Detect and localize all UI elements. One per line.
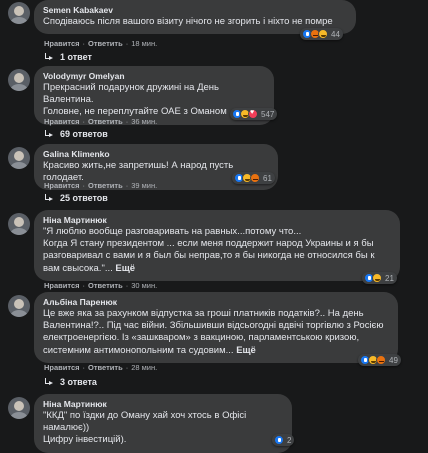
- reaction-count: 547: [261, 109, 275, 119]
- reply-arrow-icon: [44, 53, 54, 61]
- like-button[interactable]: Нравится: [44, 281, 80, 290]
- like-button[interactable]: Нравится: [44, 39, 80, 48]
- comment-actions: Нравится · Ответить · 18 мин.: [44, 39, 158, 48]
- avatar[interactable]: [8, 295, 30, 317]
- angry-reaction-icon: [250, 173, 260, 183]
- reply-arrow-icon: [44, 194, 54, 202]
- avatar[interactable]: [8, 2, 30, 24]
- reaction-summary[interactable]: 61: [232, 172, 275, 184]
- haha-reaction-icon: [318, 29, 328, 39]
- comment-author[interactable]: Ніна Мартинюк: [43, 399, 283, 410]
- view-replies-button[interactable]: 25 ответов: [44, 193, 108, 203]
- like-button[interactable]: Нравится: [44, 181, 80, 190]
- reaction-count: 61: [263, 173, 272, 183]
- replies-count: 3 ответа: [60, 377, 97, 387]
- comment-author[interactable]: Альбіна Паренюк: [43, 297, 389, 308]
- reaction-count: 49: [389, 355, 398, 365]
- comment-time[interactable]: 18 мин.: [131, 39, 157, 48]
- avatar[interactable]: [8, 147, 30, 169]
- comment-text: Сподіваюсь після вашого візиту нічого не…: [43, 16, 333, 27]
- reply-arrow-icon: [44, 130, 54, 138]
- reaction-summary[interactable]: 547: [230, 108, 278, 120]
- comment-bubble: Альбіна Паренюк Це вже яка за рахунком в…: [34, 292, 398, 363]
- reaction-count: 21: [385, 273, 394, 283]
- comment-time[interactable]: 39 мин.: [131, 181, 157, 190]
- comment-text: "ККД" по їздки до Оману хай хоч хтось в …: [43, 410, 247, 446]
- comment-actions: Нравится · Ответить · 39 мин.: [44, 181, 158, 190]
- reaction-count: 2: [287, 435, 292, 445]
- comment-author[interactable]: Semen Kabakaev: [43, 5, 347, 16]
- comment-actions: Нравится · Ответить · 30 мин.: [44, 281, 158, 290]
- comment-time[interactable]: 36 мин.: [131, 117, 157, 126]
- avatar[interactable]: [8, 69, 30, 91]
- like-reaction-icon: [274, 435, 284, 445]
- reaction-summary[interactable]: 49: [358, 354, 401, 366]
- heart-reaction-icon: [248, 109, 258, 119]
- avatar[interactable]: [8, 397, 30, 419]
- replies-count: 25 ответов: [60, 193, 108, 203]
- view-replies-button[interactable]: 69 ответов: [44, 129, 108, 139]
- reaction-count: 44: [331, 29, 340, 39]
- view-replies-button[interactable]: 3 ответа: [44, 377, 97, 387]
- angry-reaction-icon: [376, 355, 386, 365]
- reaction-summary[interactable]: 21: [362, 272, 397, 284]
- avatar[interactable]: [8, 213, 30, 235]
- reply-button[interactable]: Ответить: [88, 363, 123, 372]
- comment-time[interactable]: 28 мин.: [131, 363, 157, 372]
- like-button[interactable]: Нравится: [44, 363, 80, 372]
- like-button[interactable]: Нравится: [44, 117, 80, 126]
- comment-text: Це вже яка за рахунком відпустка за грош…: [43, 308, 384, 356]
- reply-button[interactable]: Ответить: [88, 281, 123, 290]
- comment-author[interactable]: Ніна Мартинюк: [43, 215, 391, 226]
- comment-author[interactable]: Galina Klimenko: [43, 149, 269, 160]
- see-more-link[interactable]: Ещё: [236, 345, 256, 356]
- reaction-summary[interactable]: 44: [300, 28, 343, 40]
- comment-actions: Нравится · Ответить · 28 мин.: [44, 363, 158, 372]
- comment-bubble: Ніна Мартинюк "Я люблю вообще разговарив…: [34, 210, 400, 281]
- comment-text: "Я люблю вообще разговаривать на равных.…: [43, 226, 375, 274]
- reaction-summary[interactable]: 2: [272, 434, 295, 446]
- comment-actions: Нравится · Ответить · 36 мин.: [44, 117, 158, 126]
- reply-button[interactable]: Ответить: [88, 39, 123, 48]
- comment-bubble: Ніна Мартинюк "ККД" по їздки до Оману ха…: [34, 394, 292, 453]
- comment-author[interactable]: Volodymyr Omelyan: [43, 71, 265, 82]
- view-replies-button[interactable]: 1 ответ: [44, 52, 92, 62]
- comment-time[interactable]: 30 мин.: [131, 281, 157, 290]
- reply-arrow-icon: [44, 378, 54, 386]
- haha-reaction-icon: [372, 273, 382, 283]
- see-more-link[interactable]: Ещё: [115, 263, 135, 274]
- reply-button[interactable]: Ответить: [88, 181, 123, 190]
- reply-button[interactable]: Ответить: [88, 117, 123, 126]
- replies-count: 69 ответов: [60, 129, 108, 139]
- replies-count: 1 ответ: [60, 52, 92, 62]
